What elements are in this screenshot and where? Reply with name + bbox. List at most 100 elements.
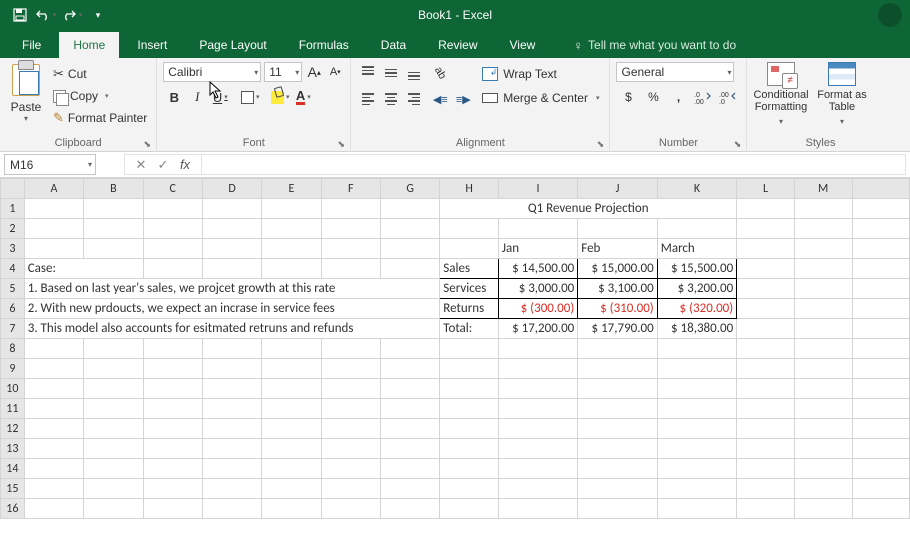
decrease-decimal-button[interactable]: .00.0: [716, 86, 740, 108]
cell[interactable]: $ (300.00): [498, 299, 577, 319]
copy-button[interactable]: Copy: [50, 86, 150, 106]
row-header[interactable]: 3: [1, 239, 25, 259]
cell[interactable]: Sales: [440, 259, 499, 279]
row-header[interactable]: 1: [1, 199, 25, 219]
tab-file[interactable]: File: [8, 32, 55, 58]
col-header[interactable]: K: [657, 179, 736, 199]
col-header[interactable]: B: [84, 179, 143, 199]
column-headers[interactable]: A B C D E F G H I J K L M: [1, 179, 910, 199]
cell[interactable]: $ 18,380.00: [657, 319, 736, 339]
col-header[interactable]: I: [498, 179, 577, 199]
wrap-text-button[interactable]: Wrap Text: [478, 63, 603, 85]
cell[interactable]: $ 3,000.00: [498, 279, 577, 299]
cell[interactable]: Case:: [24, 259, 143, 279]
align-middle-button[interactable]: [380, 62, 402, 84]
align-center-button[interactable]: [380, 88, 402, 110]
align-bottom-button[interactable]: [403, 62, 425, 84]
cell[interactable]: $ 17,200.00: [498, 319, 577, 339]
cancel-formula-button[interactable]: ✕: [133, 157, 149, 173]
format-as-table-button[interactable]: Format as Table▾: [814, 62, 869, 128]
enter-formula-button[interactable]: ✓: [155, 157, 171, 173]
cell[interactable]: $ 14,500.00: [498, 259, 577, 279]
row-header[interactable]: 10: [1, 379, 25, 399]
save-button[interactable]: [8, 3, 32, 27]
col-header[interactable]: E: [262, 179, 321, 199]
italic-button[interactable]: I: [186, 86, 208, 108]
cut-button[interactable]: ✂Cut: [50, 64, 150, 84]
col-header[interactable]: F: [321, 179, 380, 199]
tab-review[interactable]: Review: [424, 32, 491, 58]
font-name-combo[interactable]: Calibri▾: [163, 62, 261, 82]
alignment-launcher[interactable]: ⬊: [595, 137, 605, 147]
tab-data[interactable]: Data: [367, 32, 420, 58]
redo-button[interactable]: [60, 3, 84, 27]
row-header[interactable]: 6: [1, 299, 25, 319]
cell[interactable]: 3. This model also accounts for esitmate…: [24, 319, 440, 339]
cell[interactable]: Services: [440, 279, 499, 299]
cell[interactable]: $ 3,100.00: [578, 279, 657, 299]
align-right-button[interactable]: [403, 88, 425, 110]
cell[interactable]: $ (320.00): [657, 299, 736, 319]
cell[interactable]: Feb: [578, 239, 657, 259]
number-format-combo[interactable]: General▾: [616, 62, 734, 82]
orientation-button[interactable]: ab: [429, 62, 451, 84]
conditional-formatting-button[interactable]: Conditional Formatting▾: [753, 62, 808, 128]
paste-button[interactable]: Paste ▾: [6, 62, 46, 128]
tab-insert[interactable]: Insert: [123, 32, 181, 58]
underline-button[interactable]: U: [209, 86, 231, 108]
cell[interactable]: $ 17,790.00: [578, 319, 657, 339]
percent-format-button[interactable]: %: [641, 86, 665, 108]
row-header[interactable]: 13: [1, 439, 25, 459]
row-header[interactable]: 5: [1, 279, 25, 299]
row-header[interactable]: 16: [1, 499, 25, 519]
undo-button[interactable]: [34, 3, 58, 27]
col-header[interactable]: D: [202, 179, 261, 199]
tab-page-layout[interactable]: Page Layout: [185, 32, 280, 58]
cell[interactable]: $ 15,000.00: [578, 259, 657, 279]
cell[interactable]: Returns: [440, 299, 499, 319]
cell[interactable]: $ (310.00): [578, 299, 657, 319]
col-header[interactable]: G: [380, 179, 439, 199]
select-all-corner[interactable]: [1, 179, 25, 199]
font-launcher[interactable]: ⬊: [336, 137, 346, 147]
qat-customize-button[interactable]: ▾: [86, 3, 110, 27]
row-header[interactable]: 4: [1, 259, 25, 279]
tab-formulas[interactable]: Formulas: [285, 32, 363, 58]
increase-indent-button[interactable]: ≡▶: [452, 88, 474, 110]
font-size-combo[interactable]: 11▾: [264, 62, 302, 82]
merge-center-button[interactable]: Merge & Center: [478, 87, 603, 109]
col-header[interactable]: J: [578, 179, 657, 199]
row-header[interactable]: 2: [1, 219, 25, 239]
cell[interactable]: $ 3,200.00: [657, 279, 736, 299]
user-avatar[interactable]: [878, 3, 902, 27]
fill-color-button[interactable]: [269, 86, 291, 108]
cell[interactable]: Jan: [498, 239, 577, 259]
row-header[interactable]: 15: [1, 479, 25, 499]
align-left-button[interactable]: [357, 88, 379, 110]
accounting-format-button[interactable]: $: [616, 86, 640, 108]
spreadsheet-grid[interactable]: A B C D E F G H I J K L M 1 Q1 Revenue P…: [0, 178, 910, 519]
insert-function-button[interactable]: fx: [177, 157, 193, 172]
col-header[interactable]: H: [440, 179, 499, 199]
border-button[interactable]: [239, 86, 261, 108]
tab-home[interactable]: Home: [59, 32, 119, 58]
decrease-indent-button[interactable]: ◀≡: [429, 88, 451, 110]
formula-input[interactable]: [201, 154, 906, 175]
grow-font-button[interactable]: A▴: [305, 62, 323, 82]
row-header[interactable]: 9: [1, 359, 25, 379]
bold-button[interactable]: B: [163, 86, 185, 108]
font-color-button[interactable]: A: [292, 86, 314, 108]
cell-title[interactable]: Q1 Revenue Projection: [440, 199, 737, 219]
col-header[interactable]: [852, 179, 909, 199]
row-header[interactable]: 12: [1, 419, 25, 439]
clipboard-launcher[interactable]: ⬊: [142, 137, 152, 147]
cell-styles-button[interactable]: [875, 62, 887, 128]
tab-view[interactable]: View: [496, 32, 550, 58]
cell[interactable]: $ 15,500.00: [657, 259, 736, 279]
col-header[interactable]: M: [794, 179, 852, 199]
col-header[interactable]: L: [737, 179, 795, 199]
cell[interactable]: March: [657, 239, 736, 259]
number-launcher[interactable]: ⬊: [732, 137, 742, 147]
tell-me-search[interactable]: ♀ Tell me what you want to do: [553, 32, 736, 58]
row-header[interactable]: 14: [1, 459, 25, 479]
